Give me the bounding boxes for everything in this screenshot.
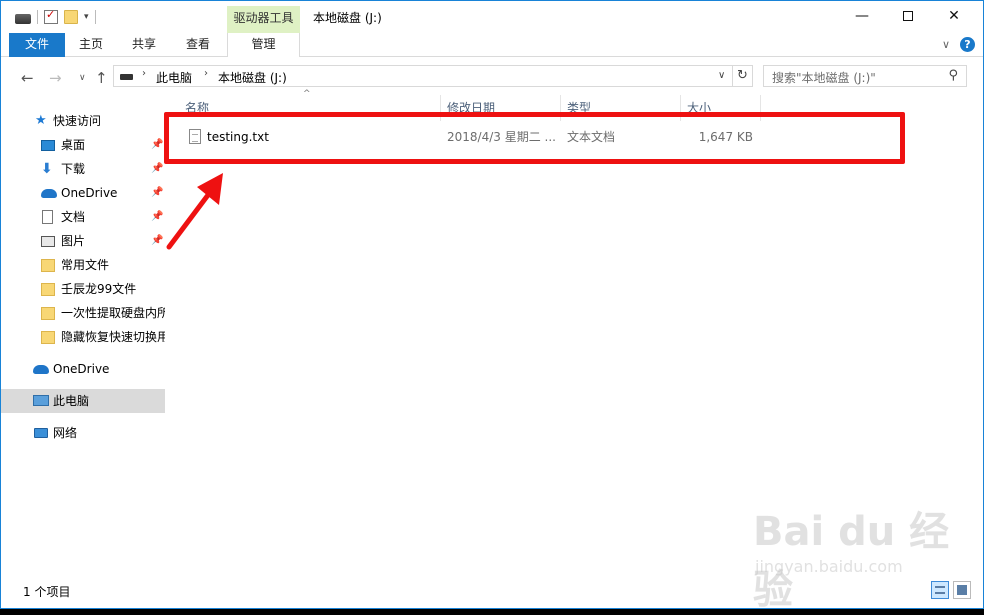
pictures-icon xyxy=(41,236,55,247)
sidebar-item-label: 隐藏恢复快速切换用 xyxy=(61,330,165,344)
computer-icon xyxy=(33,395,49,406)
search-icon: ⚲ xyxy=(948,68,958,83)
explorer-window: ▾ 驱动器工具 本地磁盘 (J:) — ✕ 文件 主页 共享 查看 管理 ∨ ?… xyxy=(0,0,984,613)
desktop-icon xyxy=(41,140,55,151)
back-arrow-icon[interactable]: ← xyxy=(21,69,34,87)
sidebar-item-label: 壬辰龙99文件 xyxy=(61,282,137,296)
breadcrumb-separator-icon[interactable]: › xyxy=(204,68,208,79)
cloud-icon xyxy=(41,189,57,198)
item-count: 1 个项目 xyxy=(23,585,71,599)
ribbon-right-controls: ∨ ? xyxy=(942,37,975,52)
search-input[interactable]: 搜索"本地磁盘 (J:)" ⚲ xyxy=(763,65,967,87)
sidebar-item-hidden-restore[interactable]: 隐藏恢复快速切换用 xyxy=(1,325,165,349)
sidebar-item-quick-access[interactable]: ★ 快速访问 xyxy=(1,109,165,133)
pin-icon[interactable]: 📌 xyxy=(151,133,163,157)
sidebar-item-this-pc[interactable]: 此电脑 xyxy=(1,389,165,413)
sidebar-item-label: 图片 xyxy=(61,234,86,248)
sidebar-item-onedrive-quick[interactable]: OneDrive 📌 xyxy=(1,181,165,205)
arrow-head xyxy=(197,173,223,205)
watermark: Bai du 经验 jingyan.baidu.com xyxy=(753,499,963,613)
title-bar: ▾ 驱动器工具 本地磁盘 (J:) — ✕ xyxy=(1,1,983,33)
details-view-icon xyxy=(935,586,945,594)
drive-icon xyxy=(15,14,31,24)
sidebar-item-pictures[interactable]: 图片 📌 xyxy=(1,229,165,253)
folder-icon xyxy=(41,331,55,344)
sidebar-item-extract-folder[interactable]: 一次性提取硬盘内所 xyxy=(1,301,165,325)
sidebar-item-label: 一次性提取硬盘内所 xyxy=(61,306,165,320)
navigation-pane: ★ 快速访问 桌面 📌 ⬇ 下载 📌 OneDrive 📌 文档 📌 图片 📌 xyxy=(1,95,165,575)
sidebar-item-network[interactable]: 网络 xyxy=(1,421,165,445)
details-view-button[interactable] xyxy=(931,581,949,599)
new-folder-icon[interactable] xyxy=(64,10,78,24)
sidebar-item-label: OneDrive xyxy=(53,362,110,376)
sidebar-item-label: 下载 xyxy=(61,162,86,176)
sidebar-item-downloads[interactable]: ⬇ 下载 📌 xyxy=(1,157,165,181)
address-bar[interactable]: › 此电脑 › 本地磁盘 (J:) ∨ ↻ xyxy=(113,65,753,87)
quick-access-toolbar: ▾ xyxy=(15,8,96,26)
drive-tools-context-label: 驱动器工具 xyxy=(227,6,300,33)
annotation-arrow xyxy=(166,173,223,250)
status-bar: 1 个项目 xyxy=(1,579,983,601)
sidebar-item-folder-99[interactable]: 壬辰龙99文件 xyxy=(1,277,165,301)
view-switcher xyxy=(931,581,971,599)
folder-icon xyxy=(41,283,55,296)
cloud-icon xyxy=(33,365,49,374)
toolbar-divider xyxy=(94,10,96,24)
close-button[interactable]: ✕ xyxy=(931,1,977,31)
up-arrow-icon[interactable]: ↑ xyxy=(95,69,108,87)
address-dropdown-icon[interactable]: ∨ xyxy=(718,70,725,81)
maximize-button[interactable] xyxy=(885,1,931,31)
network-icon xyxy=(34,428,48,438)
sidebar-item-label: 此电脑 xyxy=(53,394,90,408)
breadcrumb-separator-icon[interactable]: › xyxy=(142,68,146,79)
customize-toolbar-icon[interactable]: ▾ xyxy=(84,12,89,22)
search-placeholder: 搜索"本地磁盘 (J:)" xyxy=(772,71,876,85)
sidebar-item-label: 网络 xyxy=(53,426,78,440)
download-icon: ⬇ xyxy=(41,161,53,177)
breadcrumb-this-pc[interactable]: 此电脑 xyxy=(156,69,192,86)
expand-ribbon-icon[interactable]: ∨ xyxy=(942,38,950,51)
sidebar-item-onedrive[interactable]: OneDrive xyxy=(1,357,165,381)
forward-arrow-icon[interactable]: → xyxy=(49,69,62,87)
sidebar-item-label: 常用文件 xyxy=(61,258,110,272)
properties-icon[interactable] xyxy=(44,8,58,24)
sidebar-item-label: 快速访问 xyxy=(53,114,102,128)
tab-manage[interactable]: 管理 xyxy=(227,33,300,57)
sidebar-item-label: OneDrive xyxy=(61,186,118,200)
navigation-bar: ← → ∨ ↑ › 此电脑 › 本地磁盘 (J:) ∨ ↻ 搜索"本地磁盘 (J… xyxy=(1,57,983,95)
drive-icon xyxy=(120,74,133,80)
tab-home[interactable]: 主页 xyxy=(65,33,117,57)
help-icon[interactable]: ? xyxy=(960,37,975,52)
vertical-scrollbar[interactable] xyxy=(967,95,983,575)
sidebar-item-desktop[interactable]: 桌面 📌 xyxy=(1,133,165,157)
window-title: 本地磁盘 (J:) xyxy=(313,11,382,25)
maximize-icon xyxy=(903,11,913,21)
folder-icon xyxy=(41,307,55,320)
sidebar-item-documents[interactable]: 文档 📌 xyxy=(1,205,165,229)
document-icon xyxy=(42,210,53,224)
large-icons-view-button[interactable] xyxy=(953,581,971,599)
sidebar-item-label: 文档 xyxy=(61,210,86,224)
toolbar-divider xyxy=(37,10,38,24)
star-icon: ★ xyxy=(35,113,47,128)
sidebar-item-label: 桌面 xyxy=(61,138,86,152)
tab-view[interactable]: 查看 xyxy=(171,33,225,57)
large-icons-view-icon xyxy=(957,585,967,595)
tab-share[interactable]: 共享 xyxy=(117,33,171,57)
refresh-icon[interactable]: ↻ xyxy=(732,66,752,86)
watermark-url: jingyan.baidu.com xyxy=(755,557,903,576)
tab-file[interactable]: 文件 xyxy=(9,33,65,57)
folder-icon xyxy=(41,259,55,272)
breadcrumb-local-disk[interactable]: 本地磁盘 (J:) xyxy=(218,69,287,86)
minimize-button[interactable]: — xyxy=(839,1,885,31)
ribbon-tabs: 文件 主页 共享 查看 管理 ∨ ? xyxy=(1,33,983,57)
arrow-shaft xyxy=(166,188,214,250)
highlight-annotation xyxy=(164,112,905,164)
recent-locations-icon[interactable]: ∨ xyxy=(79,73,86,83)
sidebar-item-common-files[interactable]: 常用文件 xyxy=(1,253,165,277)
